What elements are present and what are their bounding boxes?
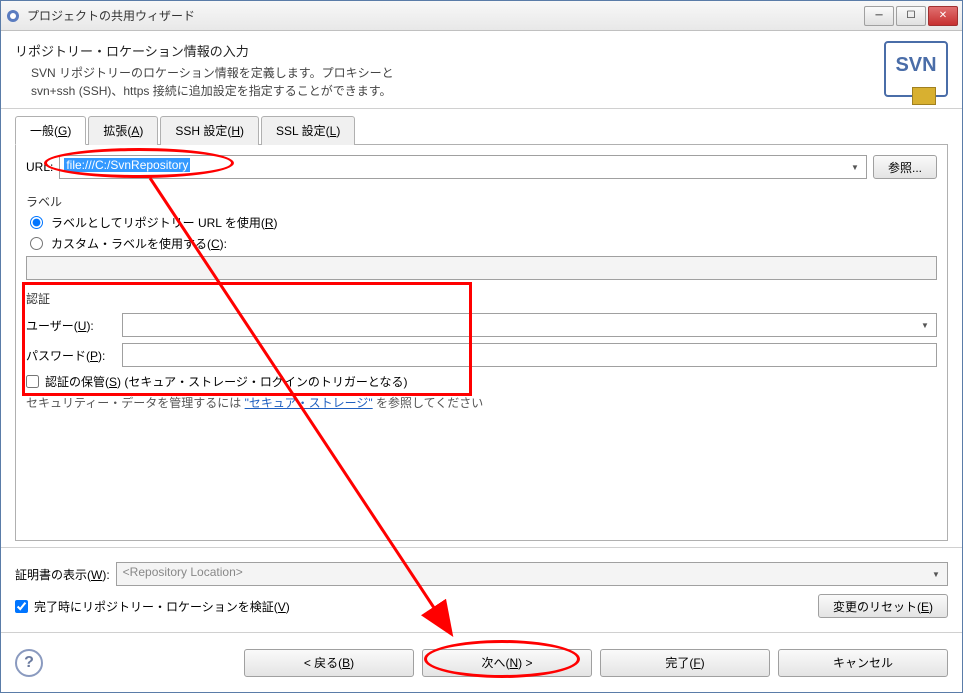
help-icon[interactable]: ? (15, 649, 43, 677)
app-icon (5, 8, 21, 24)
next-button[interactable]: 次へ(N) > (422, 649, 592, 677)
page-description: SVN リポジトリーのロケーション情報を定義します。プロキシーと svn+ssh… (15, 64, 884, 100)
password-input[interactable] (122, 343, 937, 367)
close-button[interactable]: ✕ (928, 6, 958, 26)
cert-label: 証明書の表示(W): (15, 566, 110, 583)
user-input[interactable]: ▼ (122, 313, 937, 337)
tab-bar: 一般(G) 拡張(A) SSH 設定(H) SSL 設定(L) (15, 115, 948, 145)
footer: ? < 戻る(B) 次へ(N) > 完了(F) キャンセル (1, 632, 962, 692)
label-group: ラベル ラベルとしてリポジトリー URL を使用(R) カスタム・ラベルを使用す… (26, 193, 937, 280)
url-row: URL: file:///C:/SvnRepository ▼ 参照... (26, 155, 937, 179)
wizard-header: リポジトリー・ロケーション情報の入力 SVN リポジトリーのロケーション情報を定… (1, 31, 962, 109)
chevron-down-icon: ▼ (929, 567, 943, 581)
wizard-window: プロジェクトの共用ウィザード ─ ☐ ✕ リポジトリー・ロケーション情報の入力 … (0, 0, 963, 693)
chevron-down-icon[interactable]: ▼ (848, 160, 862, 174)
radio-custom-label-input[interactable] (30, 237, 43, 250)
tab-ssl[interactable]: SSL 設定(L) (261, 116, 355, 145)
custom-label-input (26, 256, 937, 280)
page-title: リポジトリー・ロケーション情報の入力 (15, 41, 884, 60)
radio-custom-label[interactable]: カスタム・ラベルを使用する(C): (30, 235, 937, 252)
window-title: プロジェクトの共用ウィザード (27, 7, 864, 24)
content-area: 一般(G) 拡張(A) SSH 設定(H) SSL 設定(L) URL: fil… (1, 109, 962, 547)
plug-icon (912, 87, 936, 105)
finish-button[interactable]: 完了(F) (600, 649, 770, 677)
security-note: セキュリティー・データを管理するには "セキュア・ストレージ" を参照してくださ… (26, 394, 937, 411)
minimize-button[interactable]: ─ (864, 6, 894, 26)
radio-use-url-input[interactable] (30, 216, 43, 229)
chevron-down-icon[interactable]: ▼ (918, 318, 932, 332)
auth-group-title: 認証 (26, 290, 937, 307)
radio-use-url[interactable]: ラベルとしてリポジトリー URL を使用(R) (30, 214, 937, 231)
secure-storage-link[interactable]: "セキュア・ストレージ" (245, 396, 373, 410)
url-value: file:///C:/SvnRepository (64, 158, 190, 172)
validate-label: 完了時にリポジトリー・ロケーションを検証(V) (34, 598, 290, 615)
password-label: パスワード(P): (26, 347, 116, 364)
url-input[interactable]: file:///C:/SvnRepository ▼ (59, 155, 867, 179)
auth-group: 認証 ユーザー(U): ▼ パスワード(P): 認証の保管(S) (セキュア・ス… (26, 290, 937, 411)
url-label: URL: (26, 160, 53, 174)
bottom-area: 証明書の表示(W): <Repository Location> ▼ 完了時にリ… (1, 547, 962, 632)
user-row: ユーザー(U): ▼ (26, 313, 937, 337)
label-group-title: ラベル (26, 193, 937, 210)
reset-button[interactable]: 変更のリセット(E) (818, 594, 948, 618)
browse-button[interactable]: 参照... (873, 155, 937, 179)
password-row: パスワード(P): (26, 343, 937, 367)
validate-checkbox[interactable] (15, 600, 28, 613)
save-auth-checkbox[interactable] (26, 375, 39, 388)
user-label: ユーザー(U): (26, 317, 116, 334)
validate-row: 完了時にリポジトリー・ロケーションを検証(V) 変更のリセット(E) (15, 594, 948, 618)
maximize-button[interactable]: ☐ (896, 6, 926, 26)
svn-logo: SVN (884, 41, 948, 97)
window-controls: ─ ☐ ✕ (864, 6, 958, 26)
tab-advanced[interactable]: 拡張(A) (88, 116, 158, 145)
cancel-button[interactable]: キャンセル (778, 649, 948, 677)
cert-combo: <Repository Location> ▼ (116, 562, 948, 586)
tab-general[interactable]: 一般(G) (15, 116, 86, 145)
tab-ssh[interactable]: SSH 設定(H) (160, 116, 259, 145)
back-button[interactable]: < 戻る(B) (244, 649, 414, 677)
titlebar: プロジェクトの共用ウィザード ─ ☐ ✕ (1, 1, 962, 31)
cert-row: 証明書の表示(W): <Repository Location> ▼ (15, 562, 948, 586)
save-auth-row[interactable]: 認証の保管(S) (セキュア・ストレージ・ログインのトリガーとなる) (26, 373, 937, 390)
tab-panel-general: URL: file:///C:/SvnRepository ▼ 参照... ラベ… (15, 145, 948, 541)
